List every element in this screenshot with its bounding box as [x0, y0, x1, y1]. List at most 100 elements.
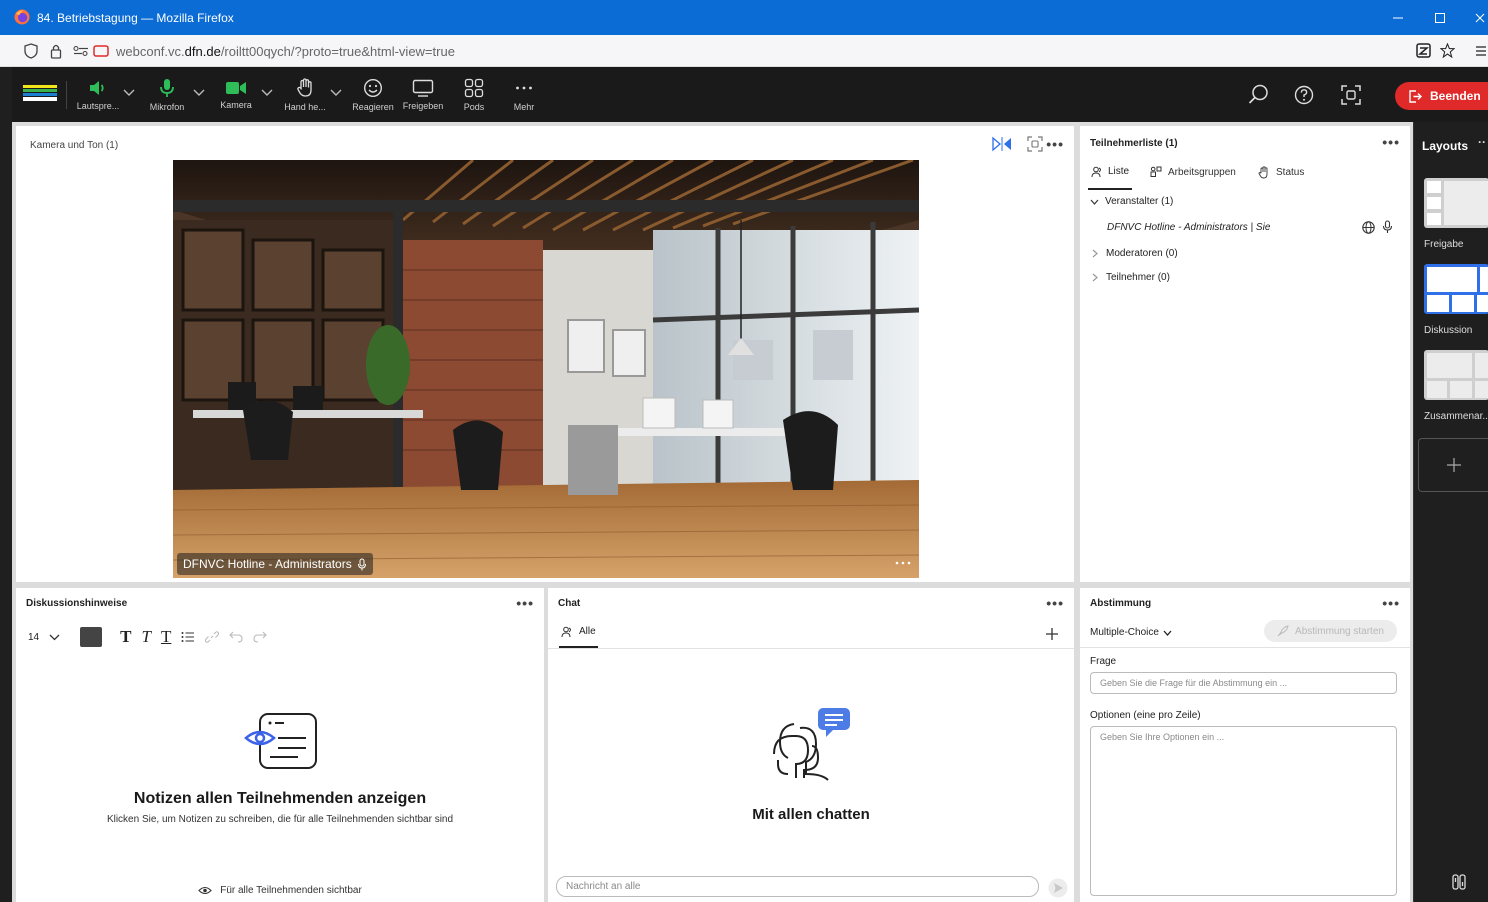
search-icon[interactable] [1248, 84, 1269, 105]
toolbar-divider [66, 81, 67, 109]
maximize-icon[interactable] [1434, 12, 1446, 24]
end-meeting-button[interactable]: Beenden [1395, 82, 1488, 110]
attendee-mic-icon[interactable] [1382, 220, 1393, 234]
notes-subtext[interactable]: Klicken Sie, um Notizen zu schreiben, di… [16, 814, 544, 825]
group-presenters[interactable]: Moderatoren (0) [1092, 248, 1178, 259]
attendees-title: Teilnehmerliste (1) [1090, 138, 1178, 149]
group-hosts[interactable]: Veranstalter (1) [1090, 196, 1173, 207]
add-chat-icon[interactable] [1046, 628, 1058, 640]
video-pod-menu[interactable]: ••• [1046, 136, 1064, 152]
pods-button[interactable]: Pods [458, 67, 490, 122]
options-textarea[interactable]: Geben Sie Ihre Optionen ein ... [1090, 726, 1397, 896]
meeting-workspace: Kamera und Ton (1) ••• DFNVC Hotline - A… [12, 122, 1413, 902]
link-icon[interactable] [205, 630, 220, 644]
bullet-list-icon[interactable] [181, 631, 195, 643]
shield-icon[interactable] [24, 43, 38, 59]
layout-share-thumbnail[interactable] [1424, 178, 1488, 228]
office-scene-image [173, 160, 919, 578]
tab-status[interactable]: Status [1258, 166, 1304, 179]
redo-icon[interactable] [253, 631, 268, 643]
video-tile-menu-icon[interactable] [895, 560, 911, 566]
poll-type-select[interactable]: Multiple-Choice [1090, 627, 1172, 638]
speaker-options-chevron-icon[interactable] [123, 89, 135, 97]
screen-share-icon [412, 79, 434, 97]
help-icon[interactable] [1294, 85, 1314, 105]
tab-breakout-rooms[interactable]: Arbeitsgruppen [1150, 166, 1236, 178]
mic-options-chevron-icon[interactable] [193, 89, 205, 97]
text-color-swatch[interactable] [80, 627, 103, 647]
attendees-menu[interactable]: ••• [1382, 134, 1400, 150]
permissions-icon[interactable] [73, 45, 89, 57]
layouts-title: Layouts [1422, 139, 1469, 153]
add-layout-button[interactable] [1418, 438, 1488, 492]
layout-discussion-label: Diskussion [1424, 325, 1473, 336]
layout-discussion-thumbnail[interactable] [1424, 264, 1488, 314]
layout-collaboration-thumbnail[interactable] [1424, 350, 1488, 400]
pods-grid-icon [464, 78, 484, 97]
tab-list[interactable]: Liste [1088, 166, 1133, 190]
send-icon[interactable] [1048, 878, 1068, 898]
camera-options-chevron-icon[interactable] [261, 89, 273, 97]
lock-icon[interactable] [50, 43, 62, 59]
camera-button[interactable]: Kamera [216, 67, 256, 122]
notes-visibility[interactable]: Für alle Teilnehmenden sichtbar [16, 885, 544, 896]
notes-toolbar: 14 T T T [28, 627, 268, 647]
question-input[interactable]: Geben Sie die Frage für die Abstimmung e… [1090, 672, 1397, 694]
question-label: Frage [1090, 656, 1117, 667]
url-text[interactable]: webconf.vc.dfn.de/roiltt00qych/?proto=tr… [116, 44, 455, 59]
options-label: Optionen (eine pro Zeile) [1090, 710, 1201, 721]
video-pod-title: Kamera und Ton (1) [30, 140, 119, 151]
undo-icon[interactable] [229, 631, 243, 643]
mirror-video-icon[interactable] [992, 136, 1012, 152]
fullscreen-icon[interactable] [1027, 136, 1043, 152]
attendees-pod: Teilnehmerliste (1) ••• Liste Arbeitsgru… [1080, 126, 1410, 582]
chat-message-input[interactable]: Nachricht an alle [556, 876, 1039, 897]
camera-sharing-icon[interactable] [93, 44, 109, 58]
font-size-chevron-icon[interactable] [49, 634, 60, 641]
layouts-rail: Layouts ·· Freigabe Diskussion Zusammena… [1413, 122, 1488, 902]
hand-options-chevron-icon[interactable] [330, 89, 342, 97]
bookmark-star-icon[interactable] [1440, 43, 1455, 58]
italic-icon[interactable]: T [141, 627, 150, 647]
status-hand-icon [1258, 166, 1268, 179]
layout-settings-icon[interactable] [1452, 874, 1466, 890]
notes-pod: Diskussionshinweise ••• 14 T T T Notizen… [16, 588, 544, 902]
poll-menu[interactable]: ••• [1382, 595, 1400, 611]
attendee-entry[interactable]: DFNVC Hotline - Administrators | Sie [1107, 222, 1270, 233]
poll-title: Abstimmung [1090, 598, 1152, 609]
chat-illustration-icon [773, 708, 850, 781]
start-poll-button[interactable]: Abstimmung starten [1264, 620, 1397, 642]
share-button[interactable]: Freigeben [402, 67, 444, 122]
close-window-icon[interactable] [1474, 12, 1486, 24]
video-name-tag: DFNVC Hotline - Administrators [177, 553, 373, 575]
chat-menu[interactable]: ••• [1046, 595, 1064, 611]
collapsed-chevron-icon [1092, 249, 1098, 258]
rocket-icon [1277, 625, 1289, 637]
underline-icon[interactable]: T [161, 627, 171, 647]
more-button[interactable]: Mehr [508, 67, 540, 122]
poll-type-chevron-icon [1163, 630, 1172, 636]
video-feed: DFNVC Hotline - Administrators [173, 160, 919, 578]
mic-button[interactable]: Mikrofon [145, 67, 189, 122]
minimize-icon[interactable] [1391, 13, 1405, 23]
font-size-select[interactable]: 14 [28, 632, 39, 643]
focus-mode-icon[interactable] [1340, 84, 1362, 106]
more-dots-icon [516, 86, 532, 89]
chat-title: Chat [558, 598, 581, 609]
notes-menu[interactable]: ••• [516, 595, 534, 611]
bold-icon[interactable]: T [120, 627, 131, 647]
browser-title-bar: 84. Betriebstagung — Mozilla Firefox [0, 0, 1488, 35]
poll-divider [1080, 647, 1410, 648]
eye-icon [198, 886, 212, 895]
chat-tab-all[interactable]: Alle [559, 626, 598, 648]
breakout-rooms-icon [1150, 166, 1162, 177]
chat-divider [548, 648, 1074, 649]
react-button[interactable]: Reagieren [352, 67, 394, 122]
globe-icon[interactable] [1362, 221, 1375, 234]
menu-icon[interactable] [1475, 45, 1487, 57]
layouts-menu[interactable]: ·· [1478, 135, 1486, 149]
speaker-button[interactable]: Lautspre... [77, 67, 119, 122]
pocket-icon[interactable] [1416, 43, 1431, 58]
group-participants[interactable]: Teilnehmer (0) [1092, 272, 1170, 283]
raise-hand-button[interactable]: Hand he... [282, 67, 328, 122]
